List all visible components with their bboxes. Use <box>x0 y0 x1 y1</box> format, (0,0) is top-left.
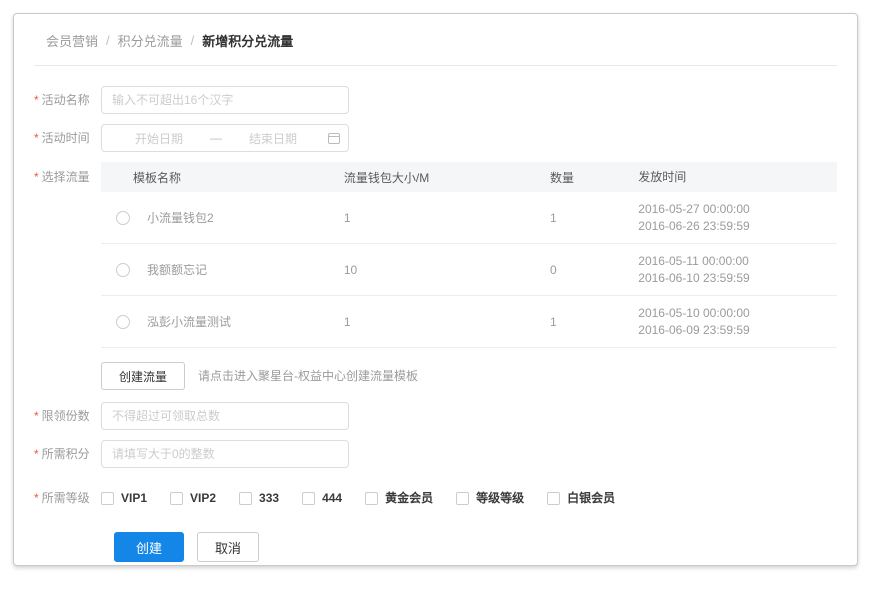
col-header-wallet-size: 流量钱包大小/M <box>343 170 430 185</box>
levels-label: * 所需等级 <box>34 484 101 512</box>
traffic-template-table: 模板名称 流量钱包大小/M 数量 发放时间 小流量钱包2 1 1 2016-05… <box>101 162 837 348</box>
checkbox-icon[interactable] <box>456 491 470 505</box>
template-name: 小流量钱包2 <box>147 211 214 225</box>
date-range-picker[interactable]: 开始日期 — 结束日期 <box>101 124 349 152</box>
col-header-template-name: 模板名称 <box>133 170 182 185</box>
breadcrumb-separator: / <box>106 33 110 48</box>
points-row: * 所需积分 <box>34 440 837 468</box>
checkbox-icon[interactable] <box>101 491 114 505</box>
quota-input[interactable] <box>101 402 349 430</box>
checkbox-icon[interactable] <box>239 491 253 505</box>
table-header: 模板名称 流量钱包大小/M 数量 发放时间 <box>101 162 837 192</box>
activity-name-input[interactable] <box>101 86 349 114</box>
row-radio-button[interactable] <box>116 262 130 277</box>
col-header-quantity: 数量 <box>549 170 574 185</box>
quantity: 1 <box>549 314 557 329</box>
select-traffic-label: * 选择流量 <box>34 162 101 192</box>
wallet-size: 1 <box>343 210 351 225</box>
required-marker: * <box>34 491 39 505</box>
template-name: 泓彭小流量测试 <box>147 315 232 329</box>
required-marker: * <box>34 447 39 461</box>
points-label: * 所需积分 <box>34 440 101 468</box>
checkbox-icon[interactable] <box>547 491 561 505</box>
level-option-grade-grade[interactable]: 等级等级 <box>456 488 524 508</box>
quota-label: * 限领份数 <box>34 402 101 430</box>
create-activity-form: * 活动名称 * 活动时间 开始日期 — 结束日期 * 选择流量 <box>34 66 837 562</box>
breadcrumb-separator: / <box>190 33 195 48</box>
activity-name-label: * 活动名称 <box>34 86 101 114</box>
checkbox-icon[interactable] <box>302 491 316 505</box>
points-input[interactable] <box>101 440 349 468</box>
quantity: 1 <box>549 210 557 225</box>
row-radio-button[interactable] <box>116 314 130 329</box>
issue-time: 2016-05-27 00:00:00 2016-06-26 23:59:59 <box>638 201 750 233</box>
page-title: 新增积分兑流量 <box>202 34 294 49</box>
activity-time-label: * 活动时间 <box>34 124 101 152</box>
table-row: 泓彭小流量测试 1 1 2016-05-10 00:00:00 2016-06-… <box>101 296 837 348</box>
checkbox-icon[interactable] <box>170 491 184 505</box>
level-option-444[interactable]: 444 <box>302 488 342 508</box>
required-marker: * <box>34 409 39 423</box>
issue-time: 2016-05-11 00:00:00 2016-06-10 23:59:59 <box>638 253 750 285</box>
level-option-vip2[interactable]: VIP2 <box>170 488 216 508</box>
create-traffic-button[interactable]: 创建流量 <box>101 362 186 390</box>
date-range-dash: — <box>210 131 222 145</box>
template-name: 我额额忘记 <box>147 263 208 277</box>
level-checkbox-group: VIP1 VIP2 333 444 黄金会员 等级等级 白银会员 <box>101 488 615 508</box>
level-option-silver-member[interactable]: 白银会员 <box>547 488 615 508</box>
breadcrumb-points-traffic[interactable]: 积分兑流量 <box>118 31 183 50</box>
required-marker: * <box>34 131 39 145</box>
form-actions: 创建 取消 <box>34 532 837 562</box>
end-date-placeholder: 结束日期 <box>248 131 297 146</box>
table-row: 小流量钱包2 1 1 2016-05-27 00:00:00 2016-06-2… <box>101 192 837 244</box>
level-option-gold-member[interactable]: 黄金会员 <box>365 488 433 508</box>
quantity: 0 <box>549 262 557 277</box>
issue-time: 2016-05-10 00:00:00 2016-06-09 23:59:59 <box>638 305 750 337</box>
required-marker: * <box>34 170 39 184</box>
breadcrumb-member-marketing[interactable]: 会员营销 <box>46 31 98 50</box>
calendar-icon <box>328 132 340 144</box>
quota-row: * 限领份数 <box>34 402 837 430</box>
wallet-size: 1 <box>343 314 351 329</box>
checkbox-icon[interactable] <box>365 491 379 505</box>
row-radio-button[interactable] <box>116 210 130 225</box>
cancel-button[interactable]: 取消 <box>197 532 260 562</box>
select-traffic-row: * 选择流量 模板名称 流量钱包大小/M 数量 发放时间 小流量钱包2 1 1 <box>34 162 837 350</box>
create-traffic-row: 创建流量 请点击进入聚星台-权益中心创建流量模板 <box>34 362 837 390</box>
wallet-size: 10 <box>343 262 358 277</box>
required-marker: * <box>34 93 39 107</box>
activity-name-row: * 活动名称 <box>34 86 837 114</box>
page-card: 会员营销 / 积分兑流量 / 新增积分兑流量 * 活动名称 * 活动时间 开始日… <box>13 13 858 566</box>
activity-time-row: * 活动时间 开始日期 — 结束日期 <box>34 124 837 152</box>
breadcrumb: 会员营销 / 积分兑流量 / 新增积分兑流量 <box>34 14 837 65</box>
table-row: 我额额忘记 10 0 2016-05-11 00:00:00 2016-06-1… <box>101 244 837 296</box>
create-traffic-hint: 请点击进入聚星台-权益中心创建流量模板 <box>198 369 419 383</box>
start-date-placeholder: 开始日期 <box>134 131 183 146</box>
level-option-333[interactable]: 333 <box>239 488 279 508</box>
create-button[interactable]: 创建 <box>114 532 185 562</box>
levels-row: * 所需等级 VIP1 VIP2 333 444 黄金会员 等级等级 白银会员 <box>34 484 837 512</box>
col-header-issue-time: 发放时间 <box>638 169 687 184</box>
level-option-vip1[interactable]: VIP1 <box>101 488 147 508</box>
